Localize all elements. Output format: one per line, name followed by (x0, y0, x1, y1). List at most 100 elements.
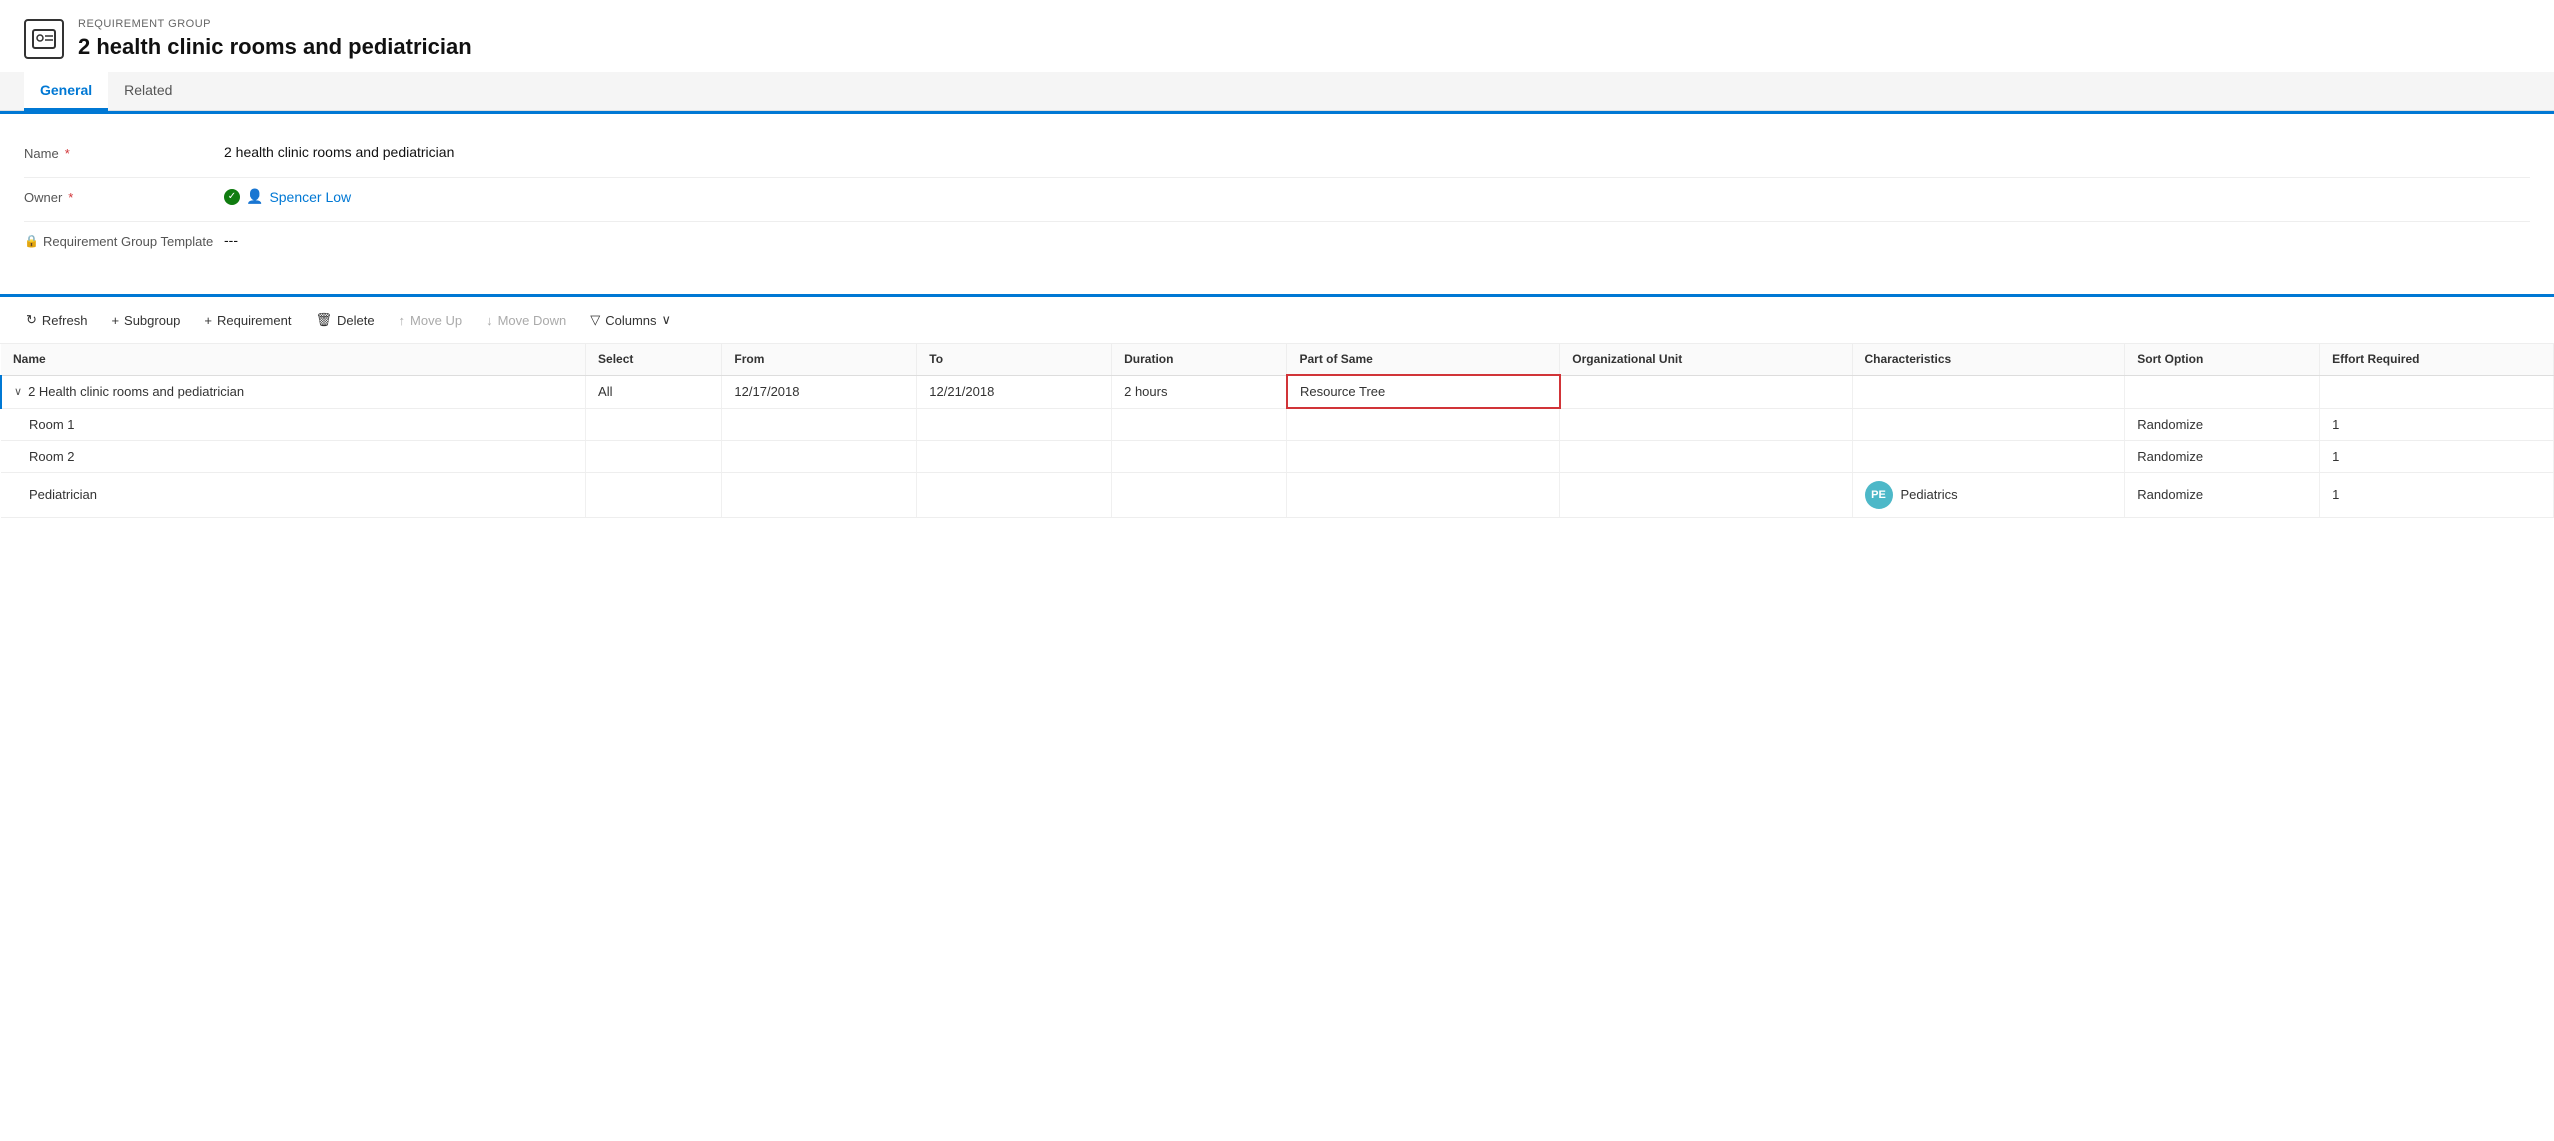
col-to: To (917, 344, 1112, 375)
field-name: Name * 2 health clinic rooms and pediatr… (24, 134, 2530, 178)
tab-general[interactable]: General (24, 72, 108, 111)
row-main-part-of-same: Resource Tree (1287, 375, 1560, 408)
move-down-icon: ↓ (486, 313, 493, 328)
row-room1-name: Room 1 (1, 408, 586, 440)
row-room1-to (917, 408, 1112, 440)
table-row[interactable]: Pediatrician PE Pediatrics Randomize 1 (1, 472, 2554, 517)
row-main-to: 12/21/2018 (917, 375, 1112, 408)
row-room2-org-unit (1560, 440, 1852, 472)
move-up-label: Move Up (410, 313, 462, 328)
avatar: PE (1865, 481, 1893, 509)
row-room1-effort-required: 1 (2320, 408, 2554, 440)
row-room2-to (917, 440, 1112, 472)
delete-button[interactable]: 🗑 Delete (305, 307, 384, 333)
row-room1-from (722, 408, 917, 440)
col-characteristics: Characteristics (1852, 344, 2125, 375)
move-down-button[interactable]: ↓ Move Down (476, 308, 576, 333)
row-room1-part-of-same (1287, 408, 1560, 440)
subgroup-button[interactable]: + Subgroup (101, 308, 190, 333)
table-section: ↻ Refresh + Subgroup + Requirement 🗑 Del… (0, 294, 2554, 518)
move-up-button[interactable]: ↑ Move Up (389, 308, 473, 333)
col-org-unit: Organizational Unit (1560, 344, 1852, 375)
row-pediatrician-from (722, 472, 917, 517)
row-main-from: 12/17/2018 (722, 375, 917, 408)
table-row[interactable]: Room 2 Randomize 1 (1, 440, 2554, 472)
row-main-effort-required (2320, 375, 2554, 408)
page-subtitle: REQUIREMENT GROUP (78, 18, 472, 30)
field-name-label: Name * (24, 144, 224, 161)
refresh-label: Refresh (42, 313, 88, 328)
tab-related[interactable]: Related (108, 72, 188, 111)
filter-icon: ▽ (590, 312, 600, 328)
row-main-name[interactable]: ∨ 2 Health clinic rooms and pediatrician (1, 375, 586, 408)
field-name-value[interactable]: 2 health clinic rooms and pediatrician (224, 144, 2530, 160)
row-pediatrician-org-unit (1560, 472, 1852, 517)
refresh-icon: ↻ (26, 312, 37, 328)
tabs-bar: General Related (0, 72, 2554, 111)
col-name: Name (1, 344, 586, 375)
row-room2-characteristics (1852, 440, 2125, 472)
row-pediatrician-effort-required: 1 (2320, 472, 2554, 517)
move-down-label: Move Down (498, 313, 567, 328)
columns-button[interactable]: ▽ Columns ∨ (580, 307, 681, 333)
row-pediatrician-duration (1112, 472, 1287, 517)
toolbar: ↻ Refresh + Subgroup + Requirement 🗑 Del… (0, 297, 2554, 344)
page-title: 2 health clinic rooms and pediatrician (78, 34, 472, 60)
row-main-characteristics (1852, 375, 2125, 408)
row-pediatrician-name: Pediatrician (1, 472, 586, 517)
table-row[interactable]: ∨ 2 Health clinic rooms and pediatrician… (1, 375, 2554, 408)
row-pediatrician-to (917, 472, 1112, 517)
row-main-org-unit (1560, 375, 1852, 408)
requirement-icon: + (204, 313, 212, 328)
requirement-button[interactable]: + Requirement (194, 308, 301, 333)
col-effort-required: Effort Required (2320, 344, 2554, 375)
field-template-label: 🔒 Requirement Group Template (24, 232, 224, 249)
page-header: REQUIREMENT GROUP 2 health clinic rooms … (0, 0, 2554, 72)
row-room2-sort-option: Randomize (2125, 440, 2320, 472)
table-header-row: Name Select From To Duration Part of Sam… (1, 344, 2554, 375)
header-icon (24, 19, 64, 59)
owner-name[interactable]: Spencer Low (269, 189, 351, 205)
col-duration: Duration (1112, 344, 1287, 375)
person-icon: 👤 (246, 188, 263, 205)
columns-label: Columns (605, 313, 656, 328)
field-owner-value[interactable]: ✓ 👤 Spencer Low (224, 188, 2530, 205)
row-room1-characteristics (1852, 408, 2125, 440)
required-indicator-owner: * (68, 190, 73, 205)
lock-icon: 🔒 (24, 234, 39, 248)
row-room1-duration (1112, 408, 1287, 440)
chevron-down-icon: ∨ (662, 312, 672, 328)
row-pediatrician-characteristics: PE Pediatrics (1852, 472, 2125, 517)
row-main-sort-option (2125, 375, 2320, 408)
data-table: Name Select From To Duration Part of Sam… (0, 344, 2554, 518)
row-room1-sort-option: Randomize (2125, 408, 2320, 440)
subgroup-icon: + (111, 313, 119, 328)
row-room1-select (586, 408, 722, 440)
refresh-button[interactable]: ↻ Refresh (16, 307, 97, 333)
row-room2-part-of-same (1287, 440, 1560, 472)
col-part-of-same: Part of Same (1287, 344, 1560, 375)
requirement-label: Requirement (217, 313, 291, 328)
field-owner-label: Owner * (24, 188, 224, 205)
col-from: From (722, 344, 917, 375)
check-icon: ✓ (224, 189, 240, 205)
row-main-select: All (586, 375, 722, 408)
delete-icon: 🗑 (315, 312, 332, 328)
row-name-text: 2 Health clinic rooms and pediatrician (28, 384, 244, 399)
subgroup-label: Subgroup (124, 313, 180, 328)
row-room2-name: Room 2 (1, 440, 586, 472)
row-room2-from (722, 440, 917, 472)
move-up-icon: ↑ (399, 313, 406, 328)
row-pediatrician-sort-option: Randomize (2125, 472, 2320, 517)
row-room1-org-unit (1560, 408, 1852, 440)
row-room2-duration (1112, 440, 1287, 472)
required-indicator: * (65, 146, 70, 161)
delete-label: Delete (337, 313, 375, 328)
row-room2-select (586, 440, 722, 472)
chevron-icon: ∨ (14, 385, 22, 398)
field-template-value: --- (224, 232, 2530, 248)
general-form-section: Name * 2 health clinic rooms and pediatr… (0, 111, 2554, 286)
row-main-duration: 2 hours (1112, 375, 1287, 408)
col-select: Select (586, 344, 722, 375)
table-row[interactable]: Room 1 Randomize 1 (1, 408, 2554, 440)
